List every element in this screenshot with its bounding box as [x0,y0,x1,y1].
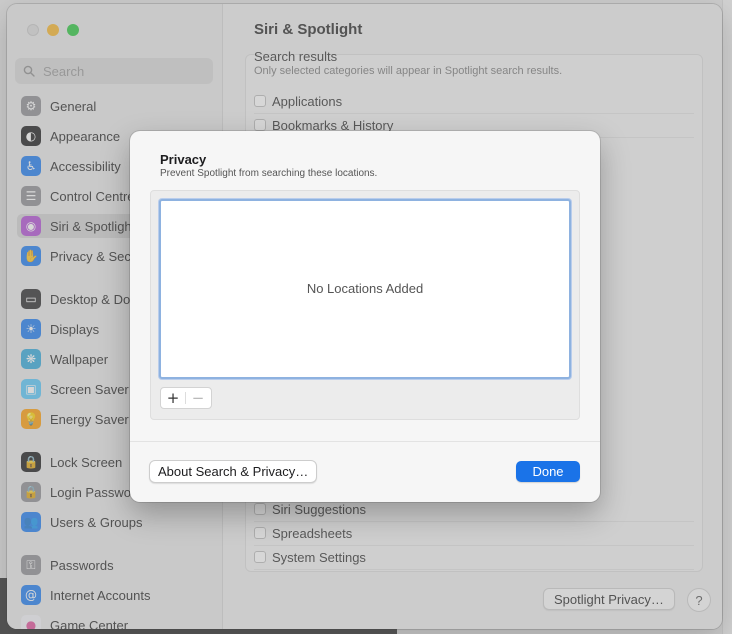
add-location-button[interactable]: + [161,388,185,408]
add-remove-control: + − [160,387,212,409]
remove-location-button[interactable]: − [185,389,210,407]
locations-list[interactable]: No Locations Added [159,199,571,379]
about-search-privacy-button[interactable]: About Search & Privacy… [149,460,318,483]
privacy-sheet: Privacy Prevent Spotlight from searching… [130,131,600,502]
empty-locations-text: No Locations Added [306,281,424,296]
done-button[interactable]: Done [516,461,580,482]
locations-frame: No Locations Added + − [150,190,580,420]
sheet-title: Privacy [160,152,207,167]
sheet-divider [130,441,600,442]
sheet-subtitle: Prevent Spotlight from searching these l… [160,168,378,179]
